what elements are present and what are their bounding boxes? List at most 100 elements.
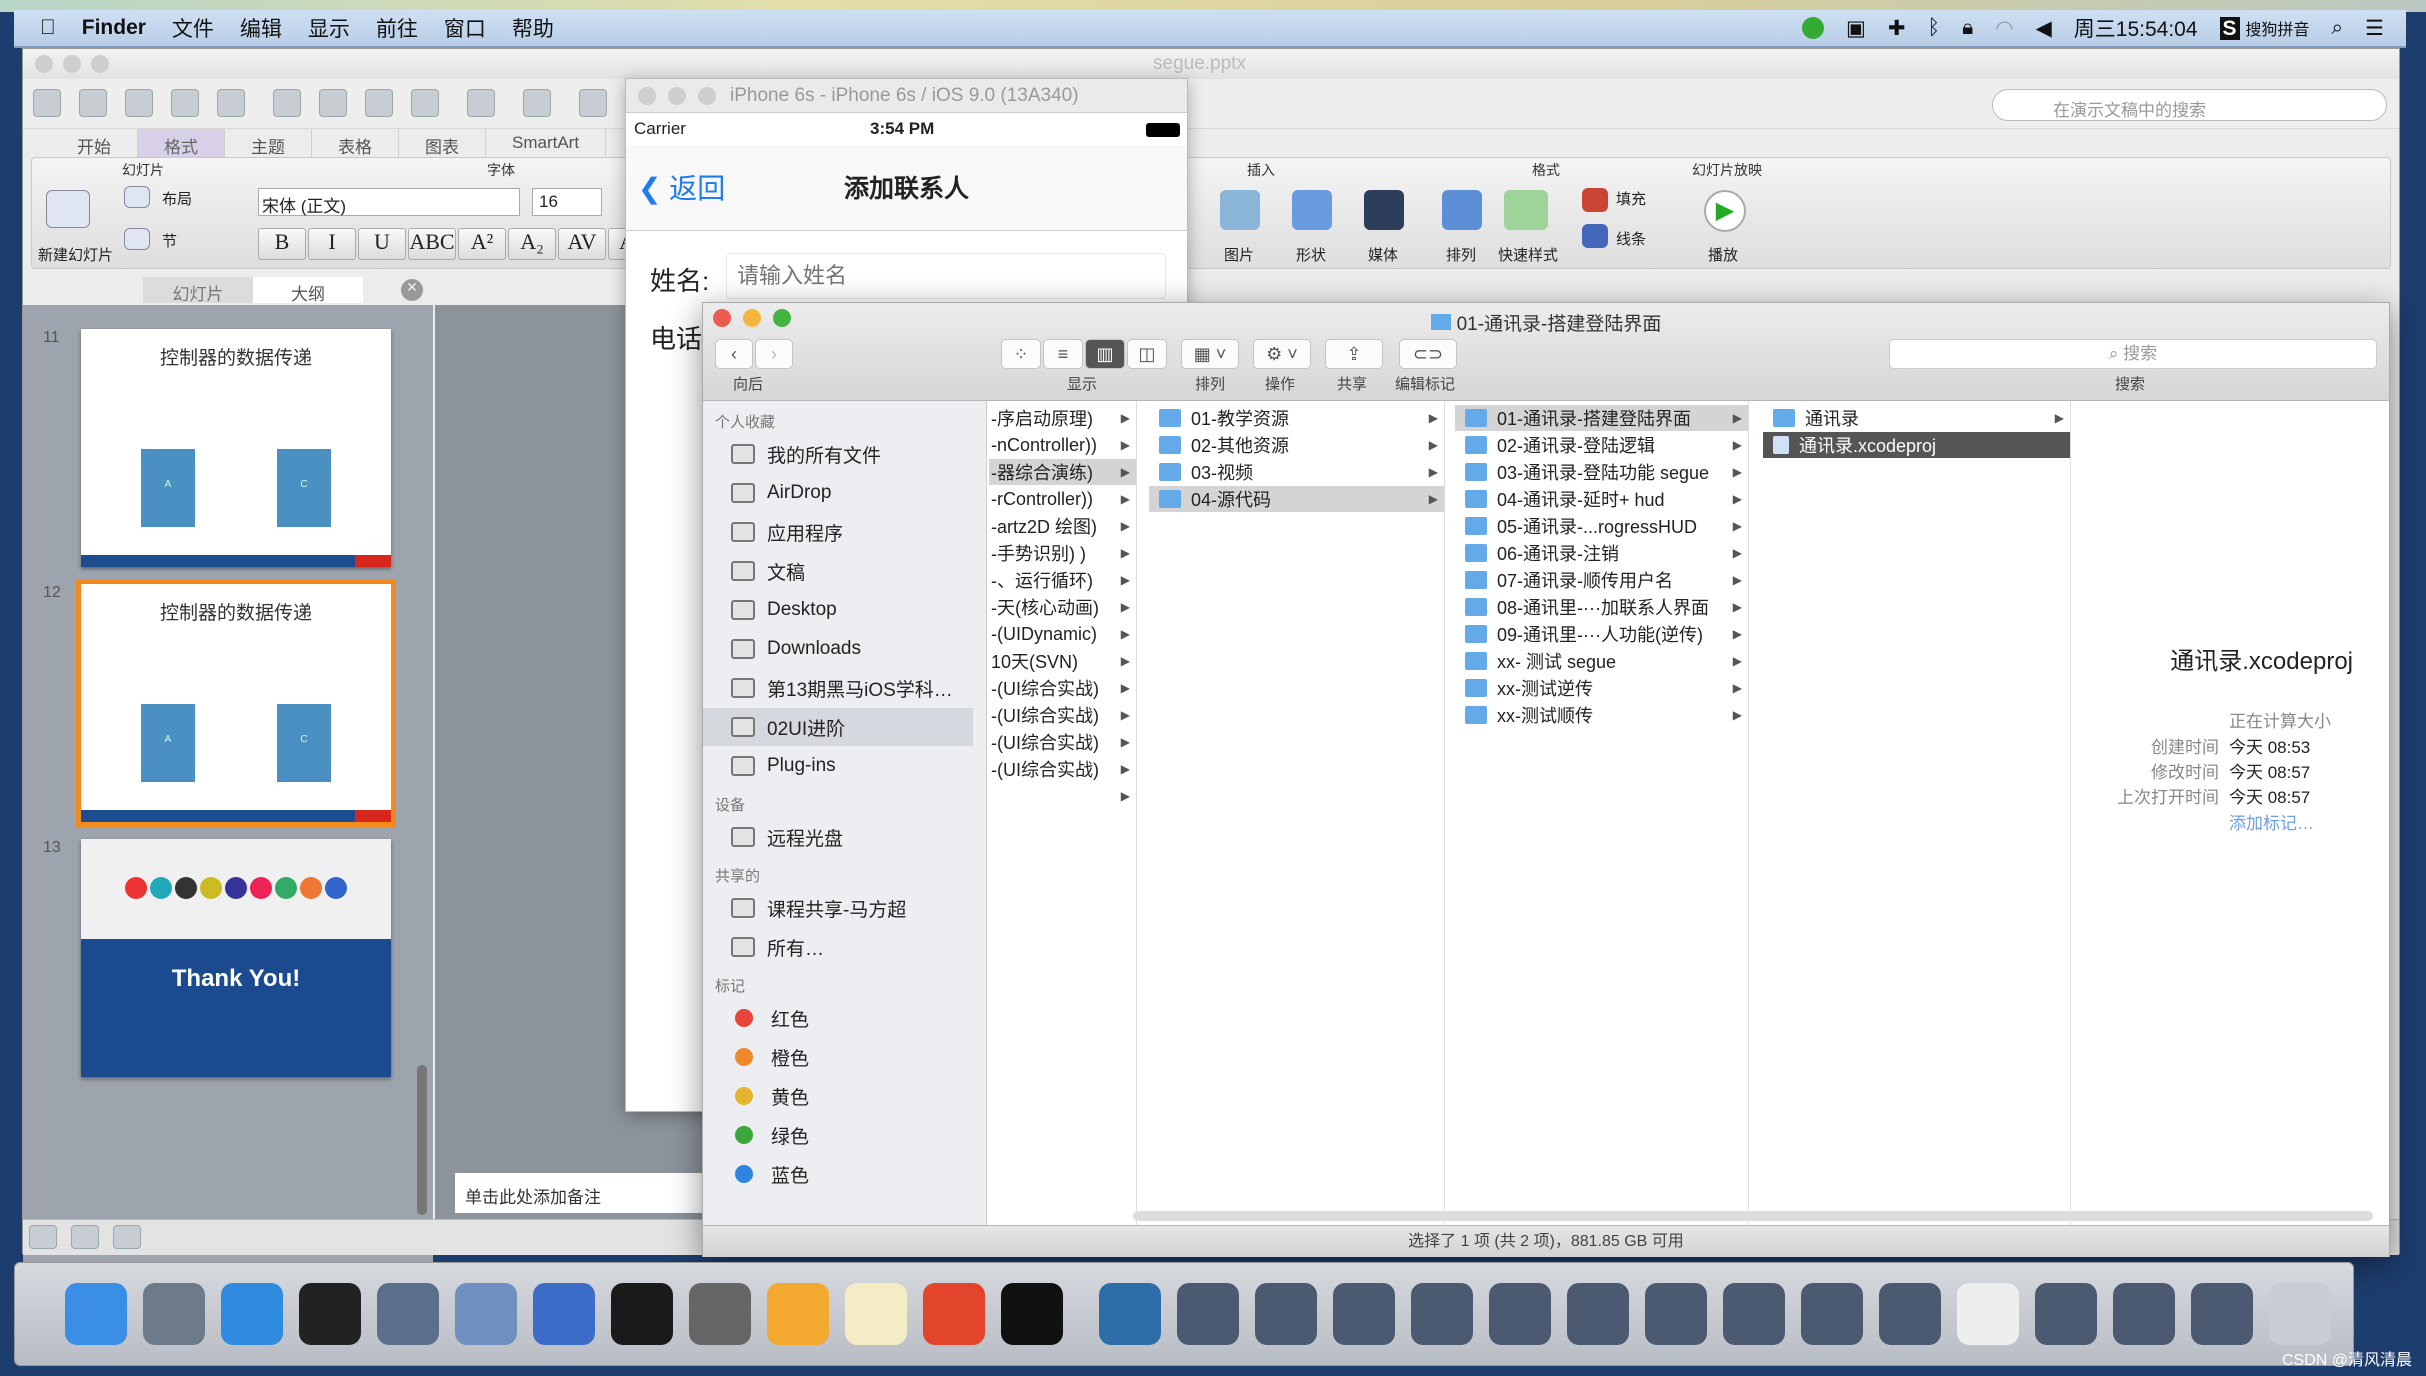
tab-0[interactable]: 开始 xyxy=(51,129,138,157)
line-button[interactable]: 线条 xyxy=(1616,228,1646,249)
sorter-view-icon[interactable] xyxy=(71,1225,99,1249)
column-row[interactable]: xx-测试顺传 ▶ xyxy=(1455,702,1748,728)
spotlight-icon[interactable]: ⌕ xyxy=(2331,16,2343,40)
column-row[interactable]: 02-通讯录-登陆逻辑 ▶ xyxy=(1455,432,1748,458)
column-row[interactable]: -手势识别) ) ▶ xyxy=(989,540,1136,566)
insert-button[interactable]: 图片 xyxy=(1224,244,1254,265)
column-row[interactable]: 09-通讯里-···人功能(逆传) ▶ xyxy=(1455,621,1748,647)
format-button[interactable]: ABC xyxy=(408,228,456,260)
sidebar-item[interactable]: 02UI进阶 xyxy=(703,708,973,746)
sidebar-item[interactable]: 我的所有文件 xyxy=(703,435,973,473)
clock[interactable]: 周三15:54:04 xyxy=(2074,13,2198,43)
menu-item[interactable]: 编辑 xyxy=(240,13,282,43)
format-painter-icon[interactable] xyxy=(411,89,439,117)
column-row[interactable]: 10天(SVN) ▶ xyxy=(989,648,1136,674)
play-button[interactable]: 播放 xyxy=(1708,244,1738,265)
tab-3[interactable]: 表格 xyxy=(312,129,399,157)
share-button[interactable]: ⇪ xyxy=(1325,339,1383,369)
new-icon[interactable] xyxy=(33,89,61,117)
column-row[interactable]: 07-通讯录-顺传用户名 ▶ xyxy=(1455,567,1748,593)
font-size-select[interactable]: 16 xyxy=(532,188,602,216)
dock-app-icon[interactable] xyxy=(1411,1283,1473,1345)
sidebar-item[interactable]: 所有… xyxy=(703,928,973,966)
dock-app-icon[interactable] xyxy=(611,1283,673,1345)
new-slide-label[interactable]: 新建幻灯片 xyxy=(38,244,113,265)
panel-tab[interactable]: 大纲 xyxy=(253,277,363,304)
column-row[interactable]: 03-视频 ▶ xyxy=(1149,459,1444,485)
notification-center-icon[interactable]: ☰ xyxy=(2365,16,2384,41)
dock-app-icon[interactable] xyxy=(2113,1283,2175,1345)
format-button[interactable]: AV xyxy=(558,228,606,260)
tab-1[interactable]: 格式 xyxy=(138,129,225,157)
dock-app-icon[interactable] xyxy=(1177,1283,1239,1345)
column-row[interactable]: -(UI综合实战) ▶ xyxy=(989,702,1136,728)
sim-close-button[interactable] xyxy=(638,87,656,105)
column-row[interactable]: 通讯录 ▶ xyxy=(1763,405,2070,431)
slide-thumbnail[interactable]: 控制器的数据传递 A C xyxy=(81,329,391,567)
dock-app-icon[interactable] xyxy=(2269,1283,2331,1345)
tab-5[interactable]: SmartArt xyxy=(486,129,607,157)
column-row[interactable]: 05-通讯录-...rogressHUD ▶ xyxy=(1455,513,1748,539)
column-row[interactable]: -nController)) ▶ xyxy=(989,432,1136,458)
menu-item[interactable]: 帮助 xyxy=(512,13,554,43)
format-button[interactable]: A² xyxy=(458,228,506,260)
insert-button[interactable]: 媒体 xyxy=(1368,244,1398,265)
line-icon[interactable] xyxy=(1582,224,1608,248)
save-icon[interactable] xyxy=(171,89,199,117)
dock-app-icon[interactable] xyxy=(1957,1283,2019,1345)
layout-icon[interactable] xyxy=(124,186,150,208)
dock-app-icon[interactable] xyxy=(1879,1283,1941,1345)
dock-app-icon[interactable] xyxy=(221,1283,283,1345)
normal-view-icon[interactable] xyxy=(29,1225,57,1249)
menu-item[interactable]: 窗口 xyxy=(444,13,486,43)
dock-app-icon[interactable] xyxy=(1001,1283,1063,1345)
column-row[interactable]: 01-教学资源 ▶ xyxy=(1149,405,1444,431)
ppt-search-input[interactable]: 在演示文稿中的搜索 xyxy=(1992,89,2387,121)
undo-icon[interactable] xyxy=(467,89,495,117)
minimize-button[interactable] xyxy=(63,55,81,73)
layout-button[interactable]: 布局 xyxy=(162,188,192,209)
close-button[interactable] xyxy=(35,55,53,73)
dock-app-icon[interactable] xyxy=(1255,1283,1317,1345)
coverflow-view-button[interactable]: ◫ xyxy=(1127,339,1167,369)
sidebar-item[interactable]: 课程共享-马方超 xyxy=(703,889,973,927)
cut-icon[interactable] xyxy=(273,89,301,117)
notes-field[interactable]: 单击此处添加备注 xyxy=(455,1173,725,1213)
column-row[interactable]: 02-其他资源 ▶ xyxy=(1149,432,1444,458)
sidebar-item[interactable]: 文稿 xyxy=(703,552,973,590)
dock-app-icon[interactable] xyxy=(1333,1283,1395,1345)
sidebar-item[interactable]: 远程光盘 xyxy=(703,818,973,856)
sidebar-item[interactable]: 蓝色 xyxy=(703,1155,973,1193)
forward-button[interactable]: › xyxy=(755,339,793,369)
name-input[interactable] xyxy=(726,253,1166,299)
finder-search-input[interactable]: ⌕ 搜索 xyxy=(1889,339,2377,369)
column-row[interactable]: 03-通讯录-登陆功能 segue ▶ xyxy=(1455,459,1748,485)
action-button[interactable]: ⚙ ˅ xyxy=(1253,339,1311,369)
menu-item[interactable]: 文件 xyxy=(172,13,214,43)
dock-app-icon[interactable] xyxy=(1723,1283,1785,1345)
column-row[interactable]: xx- 测试 segue ▶ xyxy=(1455,648,1748,674)
column-row[interactable]: xx-测试逆传 ▶ xyxy=(1455,675,1748,701)
icon-view-button[interactable]: ⁘ xyxy=(1001,339,1041,369)
format-button[interactable]: A₂ xyxy=(508,228,556,260)
format-button[interactable]: U xyxy=(358,228,406,260)
format-group-button[interactable]: 快速样式 xyxy=(1498,244,1558,265)
menu-item[interactable]: 显示 xyxy=(308,13,350,43)
dock-app-icon[interactable] xyxy=(1801,1283,1863,1345)
dock-app-icon[interactable] xyxy=(1099,1283,1161,1345)
sidebar-item[interactable]: 黄色 xyxy=(703,1077,973,1115)
column-row[interactable]: 通讯录.xcodeproj xyxy=(1763,432,2070,458)
zoom-button[interactable] xyxy=(91,55,109,73)
slide-thumbnail[interactable]: Thank You! xyxy=(81,839,391,1077)
apple-menu-icon[interactable]:  xyxy=(40,16,56,40)
dock-app-icon[interactable] xyxy=(923,1283,985,1345)
sidebar-item[interactable]: AirDrop xyxy=(703,474,973,512)
copy-icon[interactable] xyxy=(319,89,347,117)
dock-app-icon[interactable] xyxy=(845,1283,907,1345)
sidebar-item[interactable]: Desktop xyxy=(703,591,973,629)
format-button[interactable]: B xyxy=(258,228,306,260)
column-row[interactable]: -器综合演练) ▶ xyxy=(989,459,1136,485)
slideshow-view-icon[interactable] xyxy=(113,1225,141,1249)
arrange-button[interactable]: ▦ ˅ xyxy=(1181,339,1239,369)
list-view-button[interactable]: ≡ xyxy=(1043,339,1083,369)
